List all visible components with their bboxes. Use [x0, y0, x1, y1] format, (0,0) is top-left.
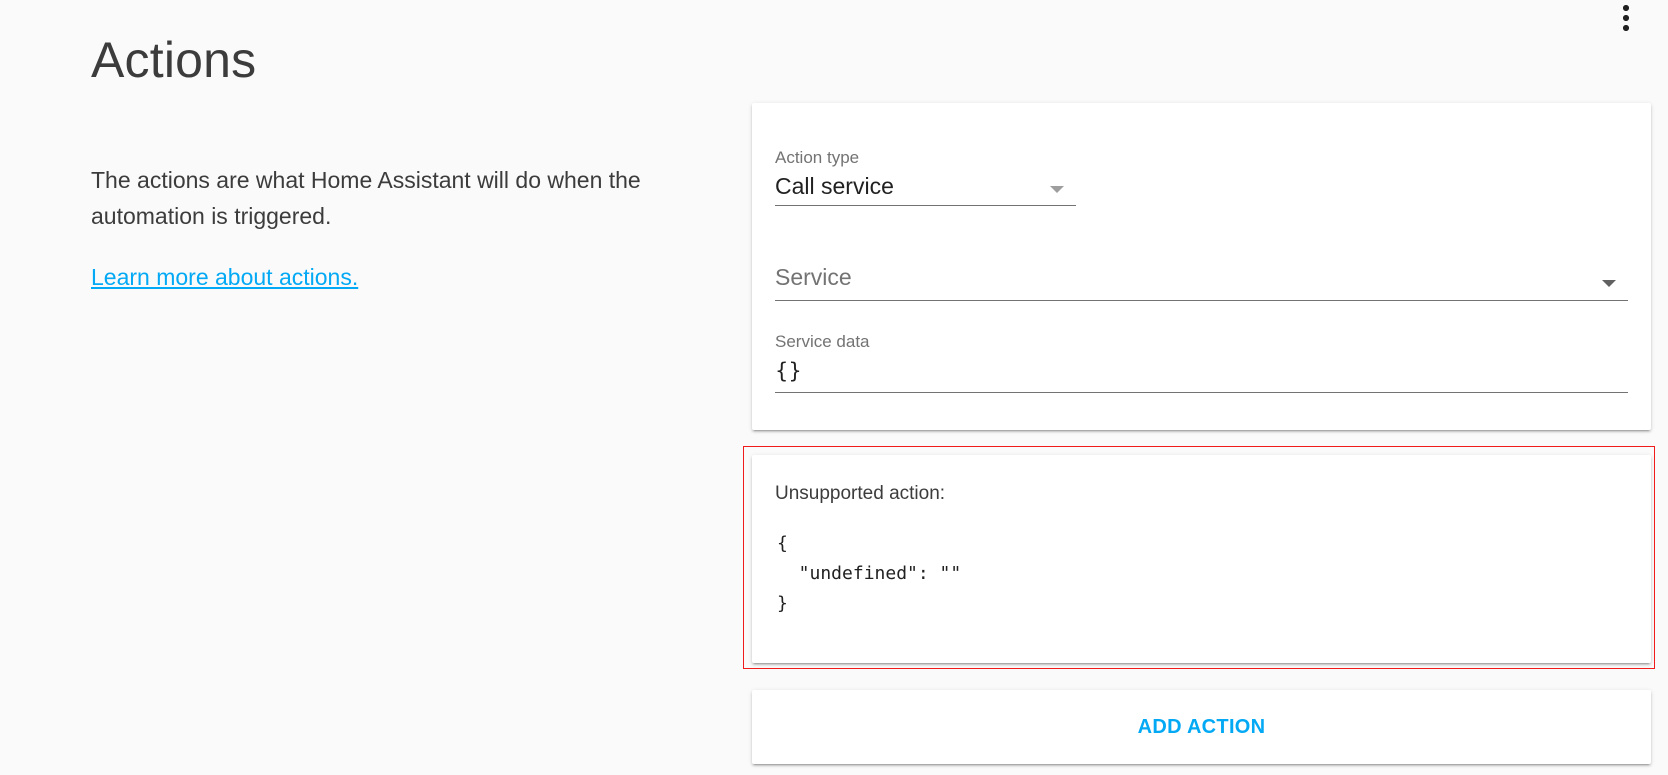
service-data-label: Service data — [775, 332, 870, 351]
service-underline — [775, 300, 1628, 301]
service-placeholder: Service — [775, 264, 852, 290]
add-action-button[interactable]: ADD ACTION — [752, 690, 1651, 764]
unsupported-card-menu-button[interactable] — [1614, 0, 1638, 36]
unsupported-action-title: Unsupported action: — [775, 483, 946, 504]
action-type-label: Action type — [775, 148, 860, 167]
learn-more-link[interactable]: Learn more about actions. — [91, 261, 358, 293]
add-action-card: ADD ACTION — [752, 690, 1651, 764]
action-type-dropdown[interactable]: Action type Call service — [775, 148, 1076, 206]
page-title: Actions — [91, 32, 257, 88]
service-data-value[interactable]: {} — [775, 356, 1628, 386]
action-type-underline — [775, 205, 1076, 206]
service-data-underline — [775, 392, 1628, 393]
action-type-value: Call service — [775, 173, 894, 199]
dropdown-arrow-icon — [1602, 280, 1616, 287]
dropdown-arrow-icon — [1050, 186, 1064, 193]
unsupported-action-code: { "undefined": "" } — [777, 533, 962, 614]
more-vertical-icon — [1623, 5, 1629, 11]
service-dropdown[interactable]: Service — [775, 262, 1628, 302]
section-description: The actions are what Home Assistant will… — [91, 167, 641, 229]
service-data-field[interactable]: Service data {} — [775, 332, 1628, 394]
